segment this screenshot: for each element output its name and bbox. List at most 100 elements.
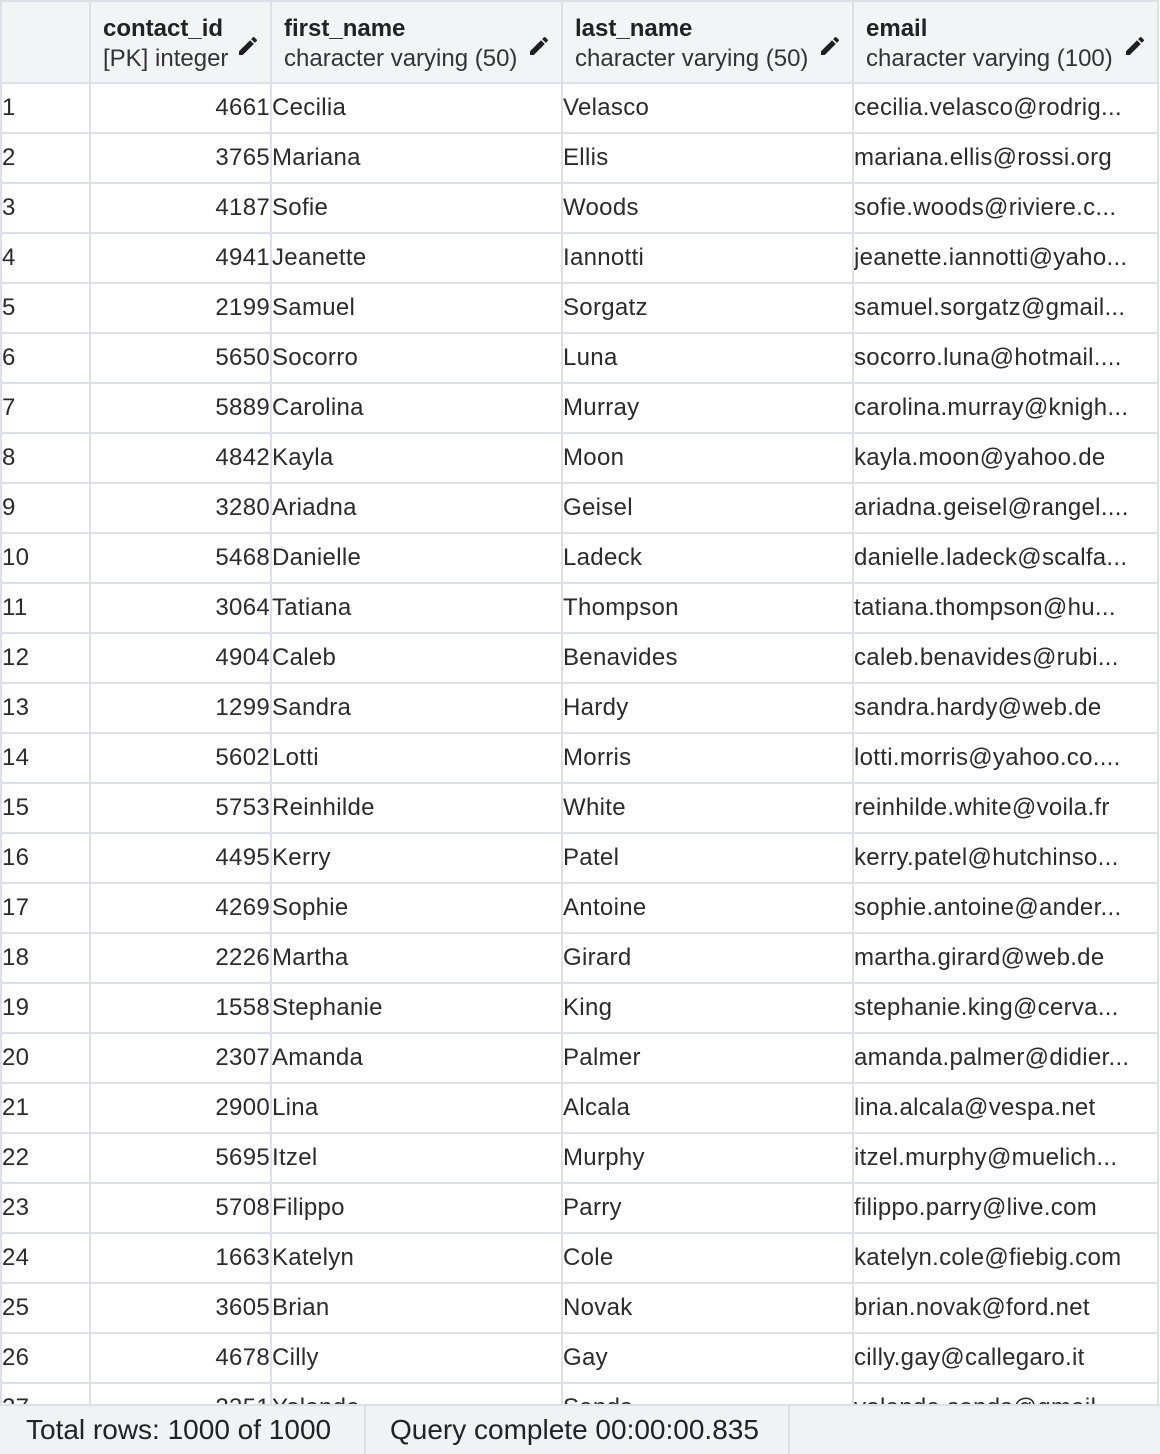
first-name-cell[interactable]: Ariadna bbox=[270, 482, 563, 534]
email-cell[interactable]: brian.novak@ford.net bbox=[852, 1282, 1159, 1334]
table-row[interactable]: 23 5708 Filippo Parry filippo.parry@live.com bbox=[0, 1182, 1159, 1234]
row-number-cell[interactable]: 21 bbox=[0, 1082, 91, 1134]
last-name-cell[interactable]: Morris bbox=[561, 732, 854, 784]
table-row[interactable]: 11 3064 Tatiana Thompson tatiana.thompson@hu… bbox=[0, 582, 1159, 634]
table-row[interactable]: 9 3280 Ariadna Geisel ariadna.geisel@rangel.… bbox=[0, 482, 1159, 534]
first-name-cell[interactable]: Cecilia bbox=[270, 82, 563, 134]
first-name-cell[interactable]: Stephanie bbox=[270, 982, 563, 1034]
contact-id-cell[interactable]: 2307 bbox=[89, 1032, 272, 1084]
first-name-cell[interactable]: Brian bbox=[270, 1282, 563, 1334]
contact-id-cell[interactable]: 2351 bbox=[89, 1382, 272, 1404]
contact-id-cell[interactable]: 1663 bbox=[89, 1232, 272, 1284]
contact-id-cell[interactable]: 1558 bbox=[89, 982, 272, 1034]
email-cell[interactable]: jeanette.iannotti@yaho... bbox=[852, 232, 1159, 284]
first-name-cell[interactable]: Amanda bbox=[270, 1032, 563, 1084]
email-cell[interactable]: samuel.sorgatz@gmail... bbox=[852, 282, 1159, 334]
contact-id-cell[interactable]: 5889 bbox=[89, 382, 272, 434]
first-name-cell[interactable]: Sophie bbox=[270, 882, 563, 934]
contact-id-cell[interactable]: 2900 bbox=[89, 1082, 272, 1134]
email-cell[interactable]: martha.girard@web.de bbox=[852, 932, 1159, 984]
email-cell[interactable]: kayla.moon@yahoo.de bbox=[852, 432, 1159, 484]
pencil-icon[interactable] bbox=[818, 34, 842, 58]
table-row[interactable]: 20 2307 Amanda Palmer amanda.palmer@didier..… bbox=[0, 1032, 1159, 1084]
contact-id-cell[interactable]: 3064 bbox=[89, 582, 272, 634]
table-row[interactable]: 7 5889 Carolina Murray carolina.murray@knigh… bbox=[0, 382, 1159, 434]
last-name-cell[interactable]: Geisel bbox=[561, 482, 854, 534]
row-number-cell[interactable]: 8 bbox=[0, 432, 91, 484]
table-row[interactable]: 12 4904 Caleb Benavides caleb.benavides@rubi… bbox=[0, 632, 1159, 684]
table-row[interactable]: 24 1663 Katelyn Cole katelyn.cole@fiebig.com bbox=[0, 1232, 1159, 1284]
first-name-cell[interactable]: Itzel bbox=[270, 1132, 563, 1184]
last-name-cell[interactable]: Ladeck bbox=[561, 532, 854, 584]
email-cell[interactable]: mariana.ellis@rossi.org bbox=[852, 132, 1159, 184]
table-row[interactable]: 25 3605 Brian Novak brian.novak@ford.net bbox=[0, 1282, 1159, 1334]
table-row[interactable]: 18 2226 Martha Girard martha.girard@web.de bbox=[0, 932, 1159, 984]
table-row[interactable]: 5 2199 Samuel Sorgatz samuel.sorgatz@gmail..… bbox=[0, 282, 1159, 334]
last-name-cell[interactable]: Thompson bbox=[561, 582, 854, 634]
contact-id-cell[interactable]: 5695 bbox=[89, 1132, 272, 1184]
pencil-icon[interactable] bbox=[236, 34, 260, 58]
email-cell[interactable]: lotti.morris@yahoo.co.... bbox=[852, 732, 1159, 784]
contact-id-cell[interactable]: 5753 bbox=[89, 782, 272, 834]
last-name-cell[interactable]: Velasco bbox=[561, 82, 854, 134]
email-cell[interactable]: socorro.luna@hotmail.... bbox=[852, 332, 1159, 384]
row-number-cell[interactable]: 10 bbox=[0, 532, 91, 584]
contact-id-cell[interactable]: 4661 bbox=[89, 82, 272, 134]
row-number-cell[interactable]: 27 bbox=[0, 1382, 91, 1404]
row-number-cell[interactable]: 5 bbox=[0, 282, 91, 334]
first-name-cell[interactable]: Tatiana bbox=[270, 582, 563, 634]
table-row[interactable]: 6 5650 Socorro Luna socorro.luna@hotmail.... bbox=[0, 332, 1159, 384]
first-name-cell[interactable]: Kerry bbox=[270, 832, 563, 884]
row-number-header[interactable] bbox=[0, 0, 91, 84]
last-name-cell[interactable]: King bbox=[561, 982, 854, 1034]
contact-id-cell[interactable]: 3765 bbox=[89, 132, 272, 184]
first-name-cell[interactable]: Katelyn bbox=[270, 1232, 563, 1284]
row-number-cell[interactable]: 11 bbox=[0, 582, 91, 634]
table-row[interactable]: 16 4495 Kerry Patel kerry.patel@hutchinso... bbox=[0, 832, 1159, 884]
last-name-cell[interactable]: Patel bbox=[561, 832, 854, 884]
column-header-last-name[interactable]: last_name character varying (50) bbox=[561, 0, 854, 84]
email-cell[interactable]: cilly.gay@callegaro.it bbox=[852, 1332, 1159, 1384]
row-number-cell[interactable]: 6 bbox=[0, 332, 91, 384]
contact-id-cell[interactable]: 4842 bbox=[89, 432, 272, 484]
contact-id-cell[interactable]: 1299 bbox=[89, 682, 272, 734]
last-name-cell[interactable]: Antoine bbox=[561, 882, 854, 934]
table-row[interactable]: 17 4269 Sophie Antoine sophie.antoine@ander.… bbox=[0, 882, 1159, 934]
contact-id-cell[interactable]: 5708 bbox=[89, 1182, 272, 1234]
last-name-cell[interactable]: Alcala bbox=[561, 1082, 854, 1134]
email-cell[interactable]: sandra.hardy@web.de bbox=[852, 682, 1159, 734]
email-cell[interactable]: tatiana.thompson@hu... bbox=[852, 582, 1159, 634]
last-name-cell[interactable]: Girard bbox=[561, 932, 854, 984]
contact-id-cell[interactable]: 5468 bbox=[89, 532, 272, 584]
row-number-cell[interactable]: 3 bbox=[0, 182, 91, 234]
row-number-cell[interactable]: 22 bbox=[0, 1132, 91, 1184]
first-name-cell[interactable]: Lotti bbox=[270, 732, 563, 784]
contact-id-cell[interactable]: 4187 bbox=[89, 182, 272, 234]
last-name-cell[interactable]: Gay bbox=[561, 1332, 854, 1384]
row-number-cell[interactable]: 17 bbox=[0, 882, 91, 934]
table-row[interactable]: 19 1558 Stephanie King stephanie.king@cerva.… bbox=[0, 982, 1159, 1034]
contact-id-cell[interactable]: 2226 bbox=[89, 932, 272, 984]
table-row[interactable]: 2 3765 Mariana Ellis mariana.ellis@rossi.org bbox=[0, 132, 1159, 184]
row-number-cell[interactable]: 1 bbox=[0, 82, 91, 134]
contact-id-cell[interactable]: 5602 bbox=[89, 732, 272, 784]
last-name-cell[interactable]: Murray bbox=[561, 382, 854, 434]
last-name-cell[interactable]: Novak bbox=[561, 1282, 854, 1334]
first-name-cell[interactable]: Sofie bbox=[270, 182, 563, 234]
email-cell[interactable]: amanda.palmer@didier... bbox=[852, 1032, 1159, 1084]
row-number-cell[interactable]: 26 bbox=[0, 1332, 91, 1384]
email-cell[interactable]: danielle.ladeck@scalfa... bbox=[852, 532, 1159, 584]
last-name-cell[interactable]: Iannotti bbox=[561, 232, 854, 284]
email-cell[interactable]: reinhilde.white@voila.fr bbox=[852, 782, 1159, 834]
table-row[interactable]: 22 5695 Itzel Murphy itzel.murphy@muelich... bbox=[0, 1132, 1159, 1184]
row-number-cell[interactable]: 24 bbox=[0, 1232, 91, 1284]
email-cell[interactable]: yolanda.sands@gmail... bbox=[852, 1382, 1159, 1404]
first-name-cell[interactable]: Sandra bbox=[270, 682, 563, 734]
table-row[interactable]: 4 4941 Jeanette Iannotti jeanette.iannotti@y… bbox=[0, 232, 1159, 284]
email-cell[interactable]: lina.alcala@vespa.net bbox=[852, 1082, 1159, 1134]
last-name-cell[interactable]: Sands bbox=[561, 1382, 854, 1404]
email-cell[interactable]: sophie.antoine@ander... bbox=[852, 882, 1159, 934]
row-number-cell[interactable]: 13 bbox=[0, 682, 91, 734]
first-name-cell[interactable]: Filippo bbox=[270, 1182, 563, 1234]
email-cell[interactable]: sofie.woods@riviere.c... bbox=[852, 182, 1159, 234]
